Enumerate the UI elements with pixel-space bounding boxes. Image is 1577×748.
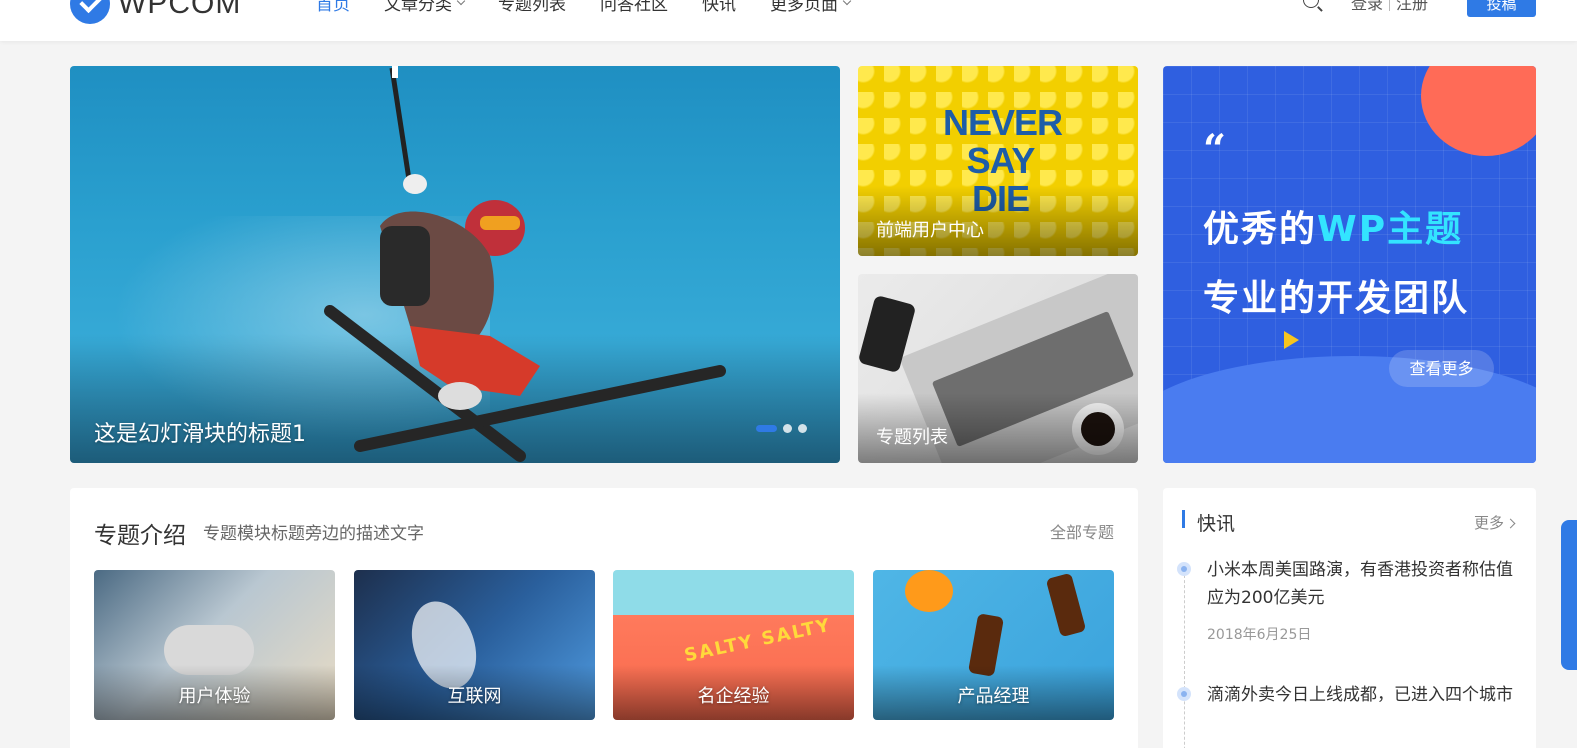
bottle-illustration xyxy=(1045,572,1087,638)
decor-circle xyxy=(1421,66,1536,156)
topic-card-ux[interactable]: 用户体验 xyxy=(94,570,335,720)
salty-text-decor: SALTY SALTY xyxy=(682,614,834,667)
ski-pole-grip xyxy=(392,66,398,78)
nav-item-home[interactable]: 首页 xyxy=(316,0,350,15)
backpack xyxy=(380,226,430,306)
news-date: 2018年6月25日 xyxy=(1207,627,1312,643)
nav-item-categories[interactable]: 文章分类 xyxy=(384,0,466,15)
orange-illustration xyxy=(905,570,953,612)
chevron-right-icon xyxy=(1505,518,1516,529)
promo-subheadline: 专业的开发团队 xyxy=(1203,278,1470,319)
feature-card-user-center[interactable]: NEVERSAYDIE 前端用户中心 xyxy=(858,66,1138,256)
all-topics-link[interactable]: 全部专题 xyxy=(1050,519,1114,543)
nav-label: 更多页面 xyxy=(770,0,838,15)
quote-mark: “ xyxy=(1203,126,1227,173)
slide-title[interactable]: 这是幻灯滑块的标题1 xyxy=(94,416,306,448)
feature-card-label: 前端用户中心 xyxy=(876,220,984,241)
post-button[interactable]: 投稿 xyxy=(1467,0,1536,17)
floating-side-tab[interactable] xyxy=(1561,520,1577,670)
timeline-dot-icon xyxy=(1177,687,1191,701)
nav-label: 快讯 xyxy=(702,0,736,15)
topic-label: 产品经理 xyxy=(957,686,1030,707)
nav-item-topics[interactable]: 专题列表 xyxy=(498,0,566,15)
feature-card-label: 专题列表 xyxy=(876,427,948,448)
nav-item-qa[interactable]: 问答社区 xyxy=(600,0,668,15)
topic-card-internet[interactable]: 互联网 xyxy=(354,570,595,720)
site-header: WPCOM 首页 文章分类 专题列表 问答社区 快讯 更多页面 登录 注册 投稿 xyxy=(0,0,1577,41)
topic-label: 用户体验 xyxy=(178,686,251,707)
widget-title: 快讯 xyxy=(1197,513,1236,535)
nav-label: 问答社区 xyxy=(600,0,668,15)
topic-card-company-experience[interactable]: SALTY SALTY 名企经验 xyxy=(613,570,854,720)
promo-banner[interactable]: “ 优秀的WP主题 专业的开发团队 查看更多 xyxy=(1163,66,1536,463)
more-label: 更多 xyxy=(1473,514,1504,532)
topics-section: 专题介绍 专题模块标题旁边的描述文字 全部专题 用户体验 互联网 SALTY S… xyxy=(70,488,1138,748)
slider-dot[interactable] xyxy=(783,424,792,433)
chevron-down-icon xyxy=(456,0,466,5)
news-item[interactable]: 滴滴外卖今日上线成都，已进入四个城市 xyxy=(1177,681,1517,709)
slider-pagination xyxy=(756,424,807,433)
view-more-button[interactable]: 查看更多 xyxy=(1389,350,1494,387)
chevron-down-icon xyxy=(842,0,852,5)
news-headline[interactable]: 滴滴外卖今日上线成都，已进入四个城市 xyxy=(1207,681,1517,709)
promo-headline: 优秀的WP主题 xyxy=(1203,200,1463,252)
section-title: 专题介绍 xyxy=(94,523,186,549)
boot xyxy=(438,382,482,410)
logo-text: WPCOM xyxy=(118,0,242,20)
promo-headline-highlight: WP主题 xyxy=(1317,209,1464,250)
main-nav: 首页 文章分类 专题列表 问答社区 快讯 更多页面 xyxy=(316,0,884,15)
news-widget: 快讯 更多 小米本周美国路演，有香港投资者称估值应为200亿美元 2018年6月… xyxy=(1163,488,1536,748)
slider-dot[interactable] xyxy=(798,424,807,433)
news-headline[interactable]: 小米本周美国路演，有香港投资者称估值应为200亿美元 xyxy=(1207,556,1517,612)
login-link[interactable]: 登录 xyxy=(1351,0,1383,13)
nav-label: 专题列表 xyxy=(498,0,566,15)
site-logo[interactable]: WPCOM xyxy=(70,0,241,24)
section-description: 专题模块标题旁边的描述文字 xyxy=(203,524,424,544)
nav-item-news[interactable]: 快讯 xyxy=(702,0,736,15)
news-more-link[interactable]: 更多 xyxy=(1473,512,1516,533)
nav-label: 文章分类 xyxy=(384,0,452,15)
topic-card-product-manager[interactable]: 产品经理 xyxy=(873,570,1114,720)
search-icon[interactable] xyxy=(1303,0,1319,8)
title-accent-bar xyxy=(1182,510,1185,528)
promo-headline-a: 优秀的 xyxy=(1203,209,1318,250)
slider-dot-active[interactable] xyxy=(756,425,777,432)
topic-label: 互联网 xyxy=(447,686,502,707)
register-link[interactable]: 注册 xyxy=(1396,0,1428,13)
hero-slider[interactable]: 这是幻灯滑块的标题1 xyxy=(70,66,840,463)
logo-icon xyxy=(70,0,110,24)
feature-card-topic-list[interactable]: 专题列表 xyxy=(858,274,1138,463)
topic-label: 名企经验 xyxy=(697,686,770,707)
nav-item-more-pages[interactable]: 更多页面 xyxy=(770,0,852,15)
nav-label: 首页 xyxy=(316,0,350,15)
goggles xyxy=(480,216,520,230)
news-item[interactable]: 小米本周美国路演，有香港投资者称估值应为200亿美元 2018年6月25日 xyxy=(1177,556,1517,644)
skier-illustration xyxy=(324,66,726,462)
glove xyxy=(403,174,427,194)
ski-pole xyxy=(389,67,413,187)
timeline-dot-icon xyxy=(1177,562,1191,576)
account-links: 登录 注册 xyxy=(1351,0,1428,14)
play-icon xyxy=(1284,331,1299,349)
divider xyxy=(1389,0,1391,11)
